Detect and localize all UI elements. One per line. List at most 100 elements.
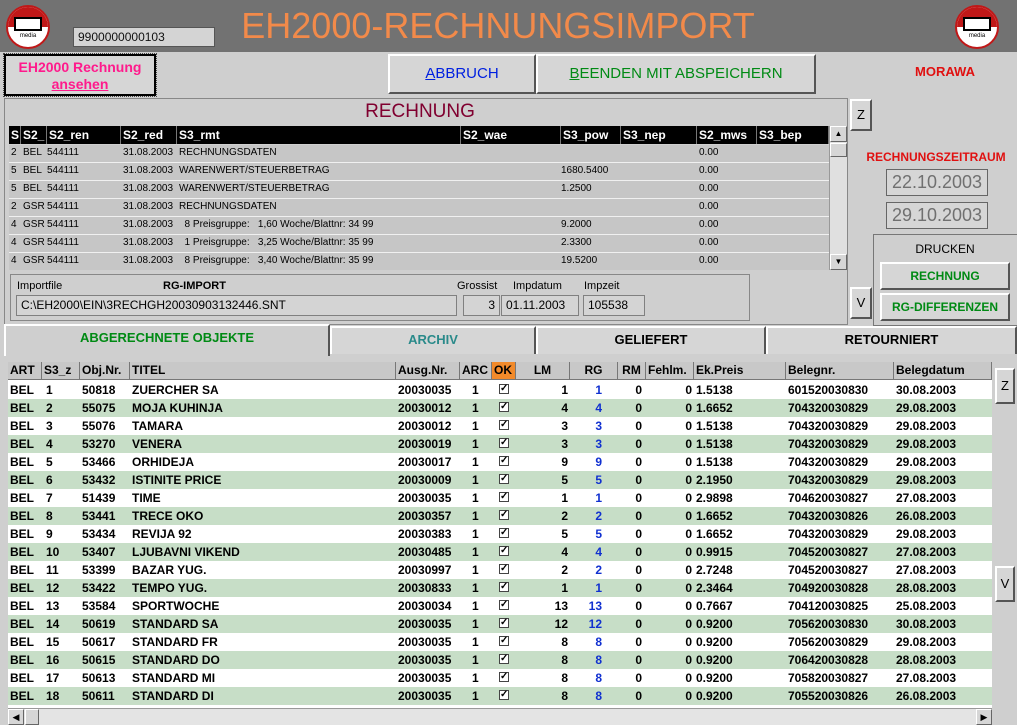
objects-col-header[interactable]: Ek.Preis [694, 362, 786, 380]
table-row[interactable]: BEL 6 53432 ISTINITE PRICE 20030009 1 5 5 0 0 2.19… [8, 471, 992, 489]
ok-checkbox[interactable]: ✓ [499, 420, 509, 430]
invoice-col-header[interactable]: S2_ [21, 126, 47, 144]
table-row[interactable]: BEL 9 53434 REVIJA 92 20030383 1 5 5 0 0 1.6652 704… [8, 525, 992, 543]
invoice-col-header[interactable]: S3_pow [561, 126, 621, 144]
table-row[interactable]: BEL 1 50818 ZUERCHER SA 20030035 1 1 1 0 0 1.5138 6… [8, 381, 992, 399]
ok-checkbox[interactable]: ✓ [499, 618, 509, 628]
save-and-exit-button[interactable]: BEENDEN MIT ABSPEICHERN [536, 54, 816, 94]
scroll-top-z-button[interactable]: Z [850, 99, 872, 131]
objects-col-header[interactable]: OK [492, 362, 516, 380]
invoice-row[interactable]: 2 GSR 544111 31.08.2003 RECHNUNGSDATEN 0.00 [9, 199, 829, 217]
print-invoice-button[interactable]: RECHNUNG [880, 262, 1010, 290]
ok-checkbox[interactable]: ✓ [499, 402, 509, 412]
invoice-col-header[interactable]: S3_bep [757, 126, 829, 144]
cancel-button[interactable]: ABBRUCH [388, 54, 536, 94]
tab-delivered[interactable]: GELIEFERT [536, 326, 766, 354]
ok-checkbox[interactable]: ✓ [499, 492, 509, 502]
invoice-row[interactable]: 4 GSR 544111 31.08.2003 8 Preisgruppe: 3,40… [9, 253, 829, 270]
table-row[interactable]: BEL 12 53422 TEMPO YUG. 20030833 1 1 1 0 0 2.3464 7… [8, 579, 992, 597]
impdatum-field[interactable]: 01.11.2003 [501, 295, 579, 316]
view-invoice-button[interactable]: EH2000 Rechnung ansehen [3, 53, 157, 97]
invoice-scrollbar[interactable]: ▲ ▼ [829, 126, 847, 270]
period-to-field[interactable]: 29.10.2003 [886, 202, 988, 229]
ok-checkbox[interactable]: ✓ [499, 582, 509, 592]
import-file-path[interactable]: C:\EH2000\EIN\3RECHGH20030903132446.SNT [16, 295, 457, 316]
scroll-up-icon[interactable]: ▲ [830, 126, 847, 142]
ok-checkbox[interactable]: ✓ [499, 438, 509, 448]
objects-col-header[interactable]: S3_z [42, 362, 80, 380]
tab-returned[interactable]: RETOURNIERT [766, 326, 1017, 354]
ok-checkbox[interactable]: ✓ [499, 600, 509, 610]
invoice-row[interactable]: 5 BEL 544111 31.08.2003 WARENWERT/STEUERBETR… [9, 163, 829, 181]
table-row[interactable]: BEL 17 50613 STANDARD MI 20030035 1 8 8 0 0 0.9200… [8, 669, 992, 687]
scroll-thumb[interactable] [830, 143, 847, 157]
hscroll-thumb[interactable] [25, 709, 39, 725]
objects-col-header[interactable]: ARC [460, 362, 492, 380]
invoice-cell: 31.08.2003 [123, 165, 174, 176]
ok-checkbox[interactable]: ✓ [499, 564, 509, 574]
ok-checkbox[interactable]: ✓ [499, 654, 509, 664]
table-cell: 53399 [82, 563, 116, 577]
scroll-right-icon[interactable]: ▶ [976, 709, 992, 725]
grossist-field[interactable]: 3 [463, 295, 500, 316]
table-row[interactable]: BEL 5 53466 ORHIDEJA 20030017 1 9 9 0 0 1.5138 7043… [8, 453, 992, 471]
ok-checkbox[interactable]: ✓ [499, 384, 509, 394]
scroll-bottom-v-button[interactable]: V [850, 287, 872, 319]
objects-col-header[interactable]: Obj.Nr. [80, 362, 130, 380]
table-row[interactable]: BEL 11 53399 BAZAR YUG. 20030997 1 2 2 0 0 2.7248 7… [8, 561, 992, 579]
objects-col-header[interactable]: Ausg.Nr. [396, 362, 460, 380]
ok-checkbox[interactable]: ✓ [499, 528, 509, 538]
table-row[interactable]: BEL 2 55075 MOJA KUHINJA 20030012 1 4 4 0 0 1.6652… [8, 399, 992, 417]
scroll-down-icon[interactable]: ▼ [830, 254, 847, 270]
scroll-left-icon[interactable]: ◀ [8, 709, 24, 725]
table-cell: 4 [46, 437, 53, 451]
table-row[interactable]: BEL 3 55076 TAMARA 20030012 1 3 3 0 0 1.5138 704320… [8, 417, 992, 435]
table-cell: 2.7248 [696, 563, 733, 577]
ok-checkbox[interactable]: ✓ [499, 456, 509, 466]
invoice-col-header[interactable]: S3_rmt [177, 126, 461, 144]
table-row[interactable]: BEL 13 53584 SPORTWOCHE 20030034 1 13 13 0 0 0.766… [8, 597, 992, 615]
objects-col-header[interactable]: ART [8, 362, 42, 380]
ok-checkbox[interactable]: ✓ [499, 546, 509, 556]
invoice-row[interactable]: 4 GSR 544111 31.08.2003 1 Preisgruppe: 3,25… [9, 235, 829, 253]
table-row[interactable]: BEL 7 51439 TIME 20030035 1 1 1 0 0 2.9898 70462003… [8, 489, 992, 507]
objects-scroll-top-z-button[interactable]: Z [995, 368, 1015, 404]
ok-checkbox[interactable]: ✓ [499, 510, 509, 520]
table-row[interactable]: BEL 14 50619 STANDARD SA 20030035 1 12 12 0 0 0.92… [8, 615, 992, 633]
table-row[interactable]: BEL 18 50611 STANDARD DI 20030035 1 8 8 0 0 0.9200… [8, 687, 992, 705]
invoice-row[interactable]: 2 BEL 544111 31.08.2003 RECHNUNGSDATEN 0.00 [9, 145, 829, 163]
ok-checkbox[interactable]: ✓ [499, 690, 509, 700]
print-differences-button[interactable]: RG-DIFFERENZEN [880, 293, 1010, 321]
objects-col-header[interactable]: LM [516, 362, 570, 380]
invoice-col-header[interactable]: S3_nep [621, 126, 697, 144]
table-row[interactable]: BEL 8 53441 TRECE OKO 20030357 1 2 2 0 0 1.6652 704… [8, 507, 992, 525]
table-row[interactable]: BEL 4 53270 VENERA 20030019 1 3 3 0 0 1.5138 704320… [8, 435, 992, 453]
objects-col-header[interactable]: TITEL [130, 362, 396, 380]
objects-col-header[interactable]: Belegdatum [894, 362, 992, 380]
invoice-col-header[interactable]: S [9, 126, 21, 144]
invoice-col-header[interactable]: S2_mws [697, 126, 757, 144]
invoice-col-header[interactable]: S2_wae [461, 126, 561, 144]
invoice-row[interactable]: 4 GSR 544111 31.08.2003 8 Preisgruppe: 1,60… [9, 217, 829, 235]
invoice-row[interactable]: 5 BEL 544111 31.08.2003 WARENWERT/STEUERBETR… [9, 181, 829, 199]
objects-scroll-bottom-v-button[interactable]: V [995, 566, 1015, 602]
objects-col-header[interactable]: Belegnr. [786, 362, 894, 380]
table-cell: 0 [635, 509, 642, 523]
objects-col-header[interactable]: Fehlm. [646, 362, 694, 380]
ok-checkbox[interactable]: ✓ [499, 474, 509, 484]
table-row[interactable]: BEL 10 53407 LJUBAVNI VIKEND 20030485 1 4 4 0 0 0.… [8, 543, 992, 561]
objects-col-header[interactable]: RG [570, 362, 618, 380]
table-row[interactable]: BEL 15 50617 STANDARD FR 20030035 1 8 8 0 0 0.9200… [8, 633, 992, 651]
invoice-col-header[interactable]: S2_red [121, 126, 177, 144]
reference-number-field[interactable]: 9900000000103 [73, 27, 215, 47]
table-row[interactable]: BEL 16 50615 STANDARD DO 20030035 1 8 8 0 0 0.9200… [8, 651, 992, 669]
invoice-col-header[interactable]: S2_ren [47, 126, 121, 144]
tab-archive[interactable]: ARCHIV [330, 326, 536, 354]
objects-col-header[interactable]: RM [618, 362, 646, 380]
objects-horizontal-scrollbar[interactable]: ◀ ▶ [8, 708, 992, 725]
ok-checkbox[interactable]: ✓ [499, 672, 509, 682]
tab-billed-objects[interactable]: ABGERECHNETE OBJEKTE [4, 324, 330, 356]
impzeit-field[interactable]: 105538 [583, 295, 645, 316]
ok-checkbox[interactable]: ✓ [499, 636, 509, 646]
period-from-field[interactable]: 22.10.2003 [886, 169, 988, 196]
